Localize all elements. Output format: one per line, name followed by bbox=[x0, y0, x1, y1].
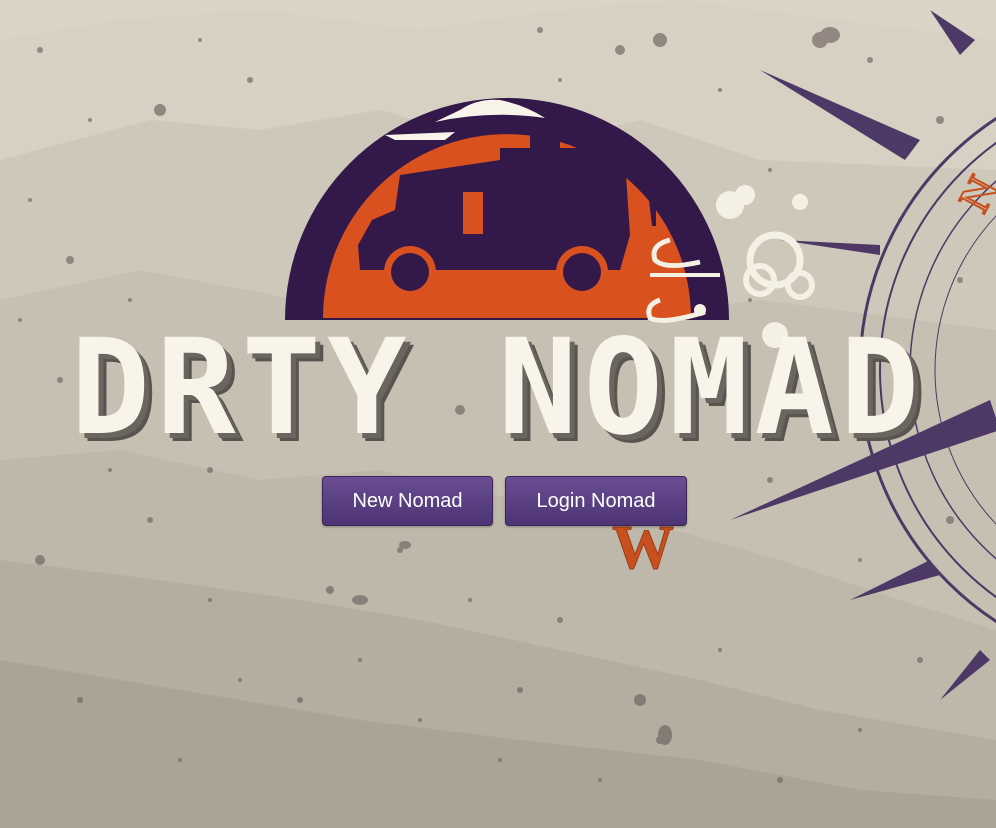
auth-actions: New Nomad Login Nomad bbox=[322, 476, 687, 526]
login-nomad-button[interactable]: Login Nomad bbox=[505, 476, 687, 526]
new-nomad-button[interactable]: New Nomad bbox=[322, 476, 493, 526]
page-title: DRTY NOMAD bbox=[70, 311, 926, 465]
